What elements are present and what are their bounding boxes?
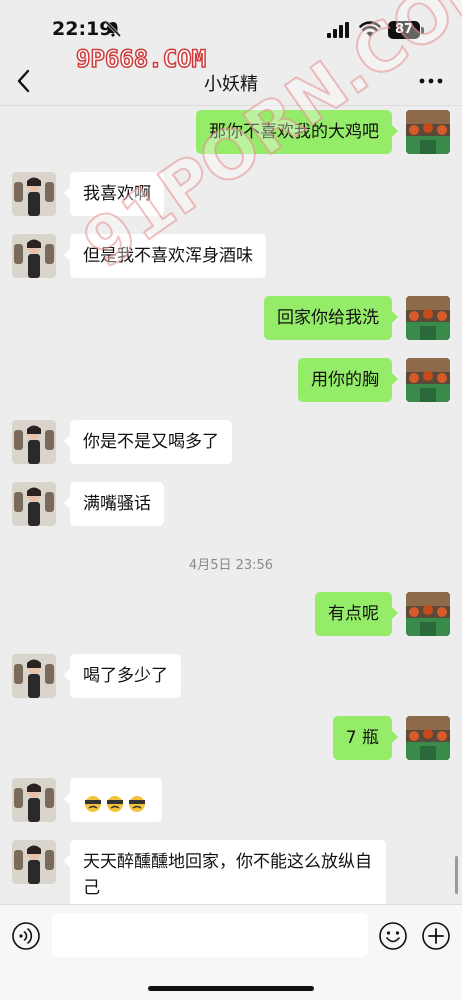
more-icon[interactable] (418, 72, 444, 90)
message-bubble[interactable]: 天天醉醺醺地回家，你不能这么放纵自己 (64, 840, 386, 904)
signal-icon (327, 22, 349, 38)
battery-level: 87 (388, 21, 420, 39)
avatar[interactable] (12, 778, 56, 822)
scrollbar[interactable] (455, 856, 458, 894)
avatar[interactable] (12, 482, 56, 526)
avatar[interactable] (406, 110, 450, 154)
message-bubble[interactable]: 但是我不喜欢浑身酒味 (64, 234, 266, 278)
nav-bar: 小妖精 (0, 56, 462, 106)
avatar[interactable] (406, 716, 450, 760)
drunk-face-icon (129, 796, 145, 812)
drunk-face-icon (107, 796, 123, 812)
home-indicator (148, 986, 314, 991)
message-bubble[interactable]: 你是不是又喝多了 (64, 420, 232, 464)
avatar[interactable] (12, 172, 56, 216)
avatar[interactable] (406, 296, 450, 340)
wifi-icon (359, 21, 381, 37)
avatar[interactable] (12, 420, 56, 464)
watermark-top: 9P668.COM (75, 44, 207, 74)
chat-title: 小妖精 (204, 74, 258, 95)
timestamp: 4月5日 23:56 (188, 558, 274, 573)
avatar[interactable] (406, 358, 450, 402)
message-bubble-emoji[interactable] (64, 778, 162, 822)
status-bar: 22:19 87 (0, 0, 462, 56)
message-bubble[interactable]: 有点呢 (315, 592, 398, 636)
message-bubble[interactable]: 我喜欢啊 (64, 172, 164, 216)
avatar[interactable] (12, 234, 56, 278)
emoji-icon[interactable] (378, 921, 408, 951)
plus-icon[interactable] (421, 921, 451, 951)
message-list[interactable]: 那你不喜欢我的大鸡吧 我喜欢啊 但是我不喜欢浑身酒味 回家你给我洗 用你的胸 你… (0, 106, 462, 904)
message-bubble[interactable]: 满嘴骚话 (64, 482, 164, 526)
message-bubble[interactable]: 喝了多少了 (64, 654, 181, 698)
message-bubble[interactable]: 回家你给我洗 (264, 296, 398, 340)
voice-icon[interactable] (11, 921, 41, 951)
avatar[interactable] (12, 840, 56, 884)
message-bubble[interactable]: 那你不喜欢我的大鸡吧 (196, 110, 398, 154)
avatar[interactable] (406, 592, 450, 636)
bell-slash-icon (104, 20, 122, 38)
drunk-face-icon (85, 796, 101, 812)
message-bubble[interactable]: 7 瓶 (332, 716, 399, 760)
battery-tip (421, 27, 424, 34)
message-bubble[interactable]: 用你的胸 (298, 358, 398, 402)
avatar[interactable] (12, 654, 56, 698)
message-input[interactable] (52, 913, 368, 957)
